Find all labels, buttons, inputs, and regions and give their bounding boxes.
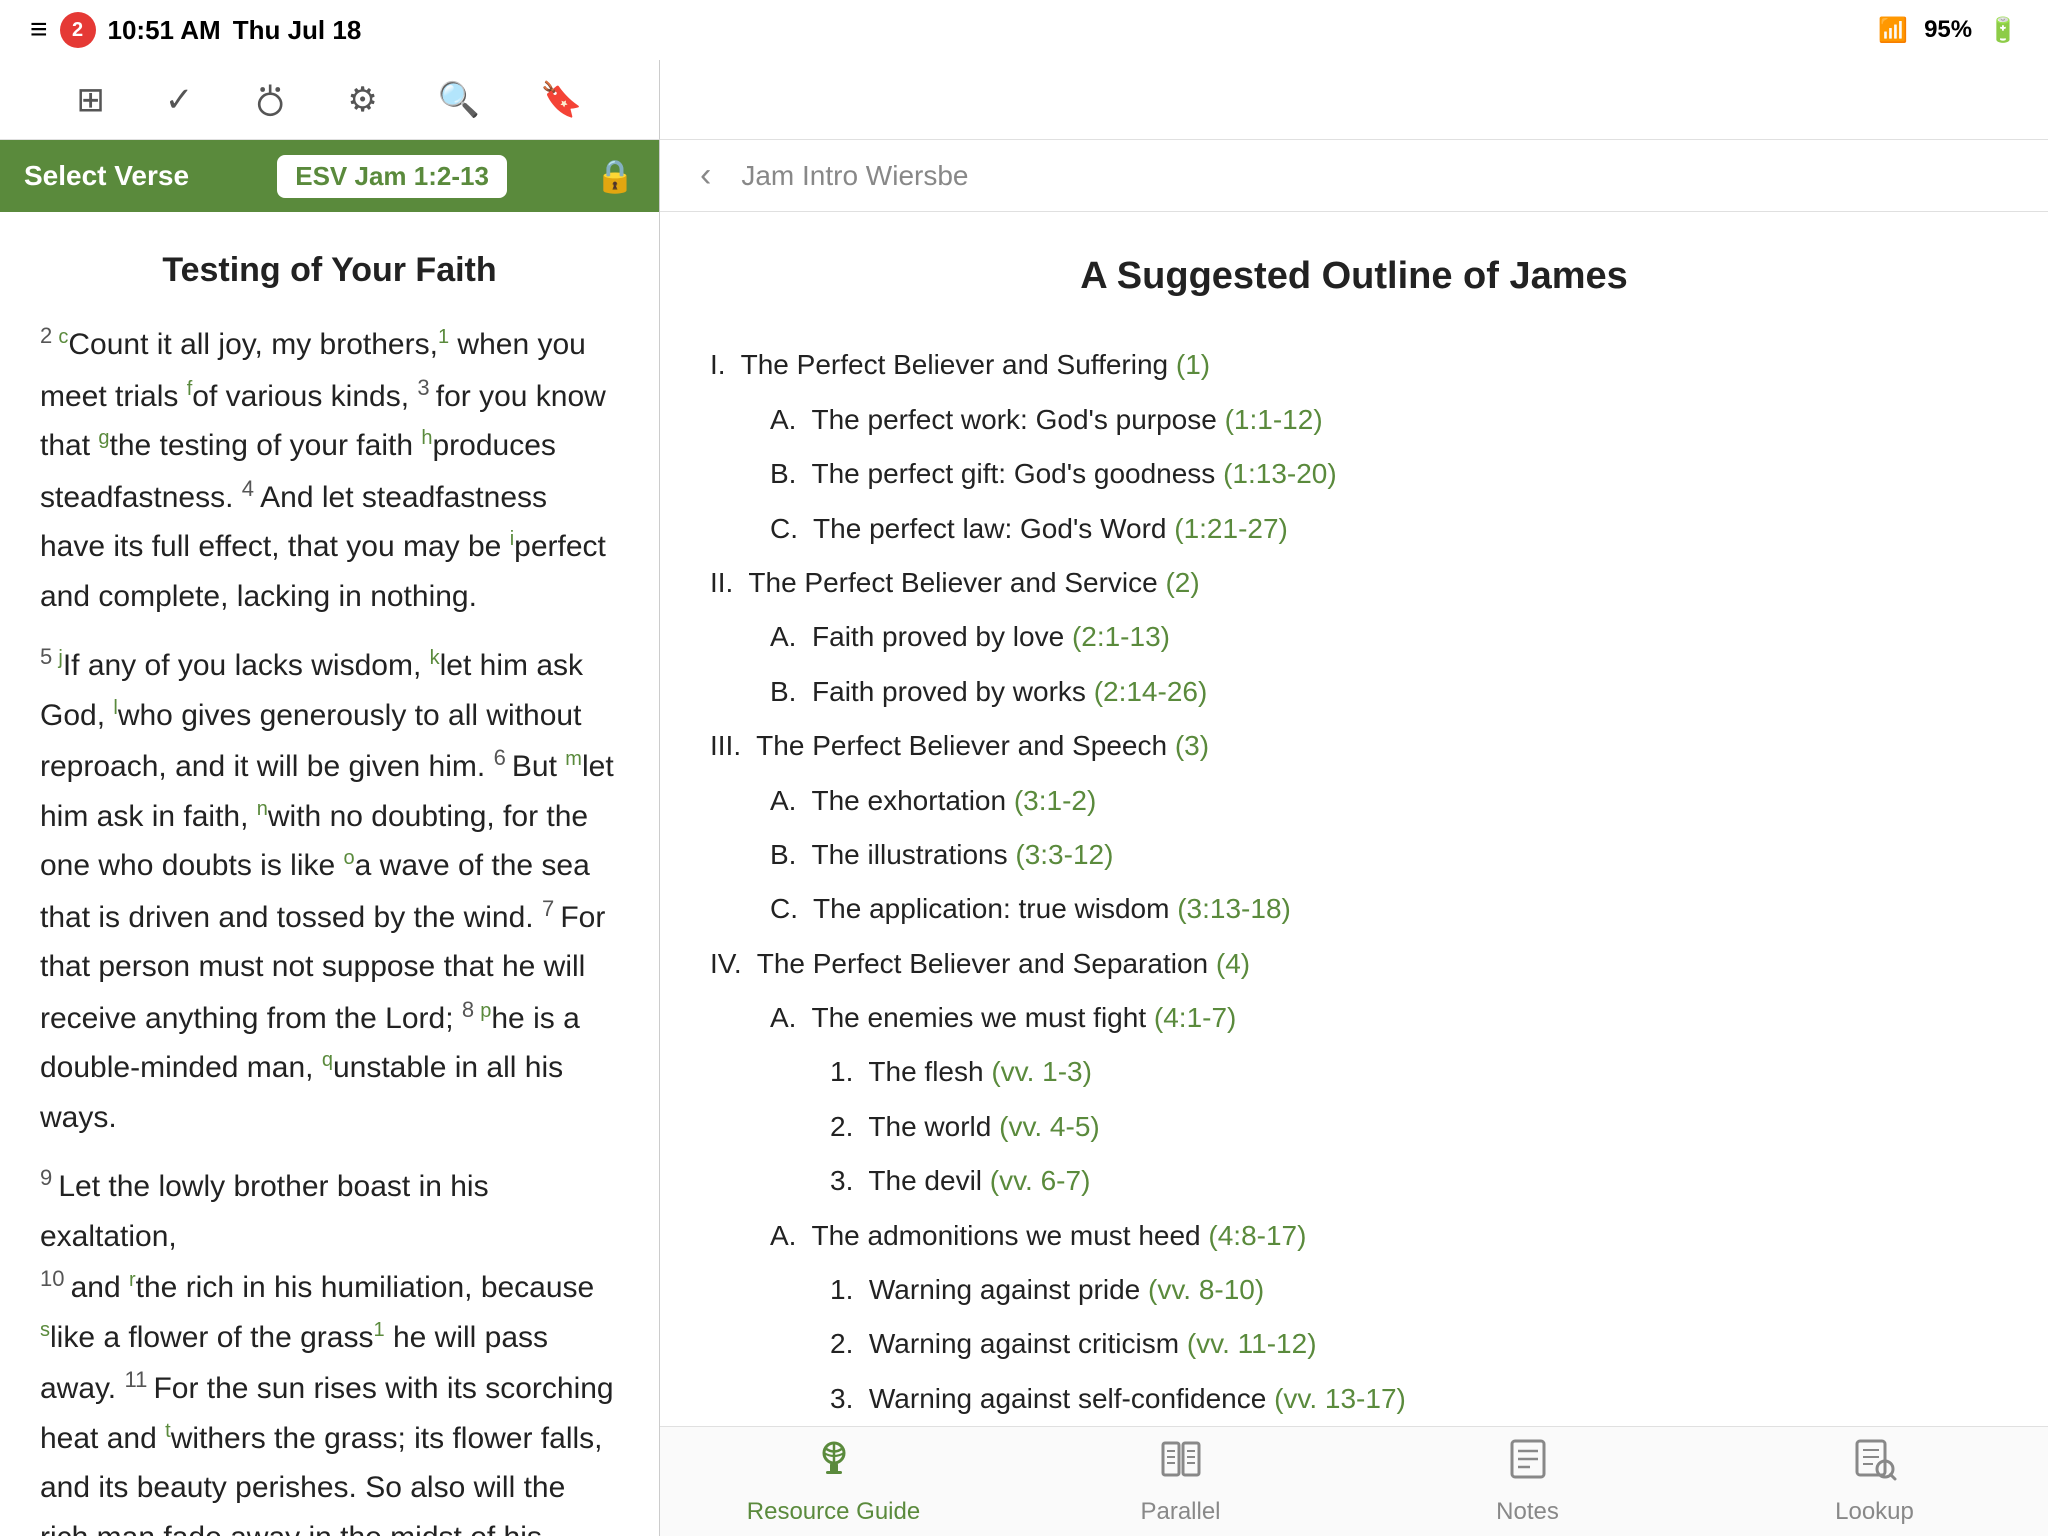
outline-item: A. The exhortation (3:1-2) <box>770 776 1998 826</box>
bible-passage-4: 10 and rthe rich in his humiliation, bec… <box>40 1261 619 1536</box>
parallel-label: Parallel <box>1140 1498 1220 1526</box>
outline-item: 1. The flesh (vv. 1-3) <box>830 1047 1998 1097</box>
bookmark-icon[interactable]: 🔖 <box>540 80 582 120</box>
verse-7-num: 7 <box>542 896 560 921</box>
right-panel-header: ‹ Jam Intro Wiersbe <box>660 140 2048 212</box>
tab-bar: Resource Guide Parallel <box>660 1426 2048 1536</box>
bible-text-content: Testing of Your Faith 2 cCount it all jo… <box>0 212 659 1536</box>
bible-passage: 2 cCount it all joy, my brothers,1 when … <box>40 318 619 621</box>
outline-item: 2. The world (vv. 4-5) <box>830 1102 1998 1152</box>
gear-icon[interactable]: ⚙ <box>347 80 377 120</box>
tab-lookup[interactable]: Lookup <box>1785 1437 1965 1526</box>
verse-8-num: 8 <box>462 997 480 1022</box>
verse-11-num: 11 <box>124 1367 153 1392</box>
outline-item: 3. Warning against self-confidence (vv. … <box>830 1374 1998 1424</box>
outline-item: B. Faith proved by works (2:14-26) <box>770 667 1998 717</box>
notification-badge: 2 <box>60 12 96 48</box>
toolbar: ⊞ ✓ ⛣ ⚙ 🔍 🔖 <box>0 60 660 140</box>
status-bar: ≡ 2 10:51 AM Thu Jul 18 📶 95% 🔋 <box>0 0 2048 60</box>
right-header-title: Jam Intro Wiersbe <box>741 160 968 192</box>
outline-item: III. The Perfect Believer and Speech (3) <box>710 721 1998 771</box>
hamburger-icon[interactable]: ≡ <box>30 13 48 47</box>
verse-4-num: 4 <box>242 476 260 501</box>
outline-item: C. The application: true wisdom (3:13-18… <box>770 884 1998 934</box>
parallel-icon <box>1159 1437 1203 1492</box>
library-icon[interactable]: ⊞ <box>76 80 105 120</box>
outline-item: A. Faith proved by love (2:1-13) <box>770 612 1998 662</box>
verse-3-num: 3 <box>417 375 435 400</box>
verse-ref-badge[interactable]: ESV Jam 1:2-13 <box>277 155 507 198</box>
outline-item: 2. Warning against criticism (vv. 11-12) <box>830 1319 1998 1369</box>
lock-icon[interactable]: 🔒 <box>595 157 635 195</box>
wifi-icon: 📶 <box>1878 16 1908 45</box>
main-content: Select Verse ESV Jam 1:2-13 🔒 Testing of… <box>0 140 2048 1536</box>
notes-icon <box>1506 1437 1550 1492</box>
status-date: Thu Jul 18 <box>233 15 362 46</box>
outline-item: IV. The Perfect Believer and Separation … <box>710 939 1998 989</box>
checkmark-icon[interactable]: ✓ <box>165 80 194 120</box>
lookup-label: Lookup <box>1835 1498 1914 1526</box>
lookup-icon <box>1853 1437 1897 1492</box>
bible-passage-3: 9 Let the lowly brother boast in his exa… <box>40 1160 619 1261</box>
cart-icon[interactable]: ⛣ <box>253 75 287 125</box>
outline-content: A Suggested Outline of James I. The Perf… <box>660 212 2048 1426</box>
outline-item: A. The enemies we must fight (4:1-7) <box>770 993 1998 1043</box>
outline-item: C. The perfect law: God's Word (1:21-27) <box>770 504 1998 554</box>
tab-parallel[interactable]: Parallel <box>1091 1437 1271 1526</box>
outline-item: I. The Perfect Believer and Suffering (1… <box>710 340 1998 390</box>
outline-title: A Suggested Outline of James <box>710 242 1998 310</box>
outline-item: A. The perfect work: God's purpose (1:1-… <box>770 395 1998 445</box>
outline-item: B. The perfect gift: God's goodness (1:1… <box>770 449 1998 499</box>
verse-2-num: 2 <box>40 323 58 348</box>
status-time: 10:51 AM <box>108 15 221 46</box>
right-panel: ‹ Jam Intro Wiersbe A Suggested Outline … <box>660 140 2048 1536</box>
resource-guide-icon <box>812 1437 856 1492</box>
select-verse-label[interactable]: Select Verse <box>24 160 189 192</box>
verse-6-num: 6 <box>494 745 512 770</box>
back-button[interactable]: ‹ <box>700 156 711 195</box>
outline-item: 1. Warning against pride (vv. 8-10) <box>830 1265 1998 1315</box>
notes-label: Notes <box>1496 1498 1559 1526</box>
status-bar-left: ≡ 2 10:51 AM Thu Jul 18 <box>30 12 361 48</box>
left-panel: Select Verse ESV Jam 1:2-13 🔒 Testing of… <box>0 140 660 1536</box>
battery-icon: 🔋 <box>1988 16 2018 45</box>
battery-indicator: 95% <box>1924 16 1972 44</box>
select-verse-bar: Select Verse ESV Jam 1:2-13 🔒 <box>0 140 659 212</box>
outline-item: 3. The devil (vv. 6-7) <box>830 1156 1998 1206</box>
verse-9-num: 9 <box>40 1165 58 1190</box>
status-bar-right: 📶 95% 🔋 <box>1878 16 2018 45</box>
outline-item: A. The admonitions we must heed (4:8-17) <box>770 1211 1998 1261</box>
outline-item: B. The illustrations (3:3-12) <box>770 830 1998 880</box>
outline-item: II. The Perfect Believer and Service (2) <box>710 558 1998 608</box>
section-title: Testing of Your Faith <box>40 242 619 298</box>
tab-resource-guide[interactable]: Resource Guide <box>744 1437 924 1526</box>
resource-guide-label: Resource Guide <box>747 1498 920 1526</box>
bible-passage-2: 5 jIf any of you lacks wisdom, klet him … <box>40 639 619 1142</box>
verse-10-num: 10 <box>40 1266 71 1291</box>
verse-5-num: 5 <box>40 644 58 669</box>
search-icon[interactable]: 🔍 <box>438 80 480 120</box>
tab-notes[interactable]: Notes <box>1438 1437 1618 1526</box>
